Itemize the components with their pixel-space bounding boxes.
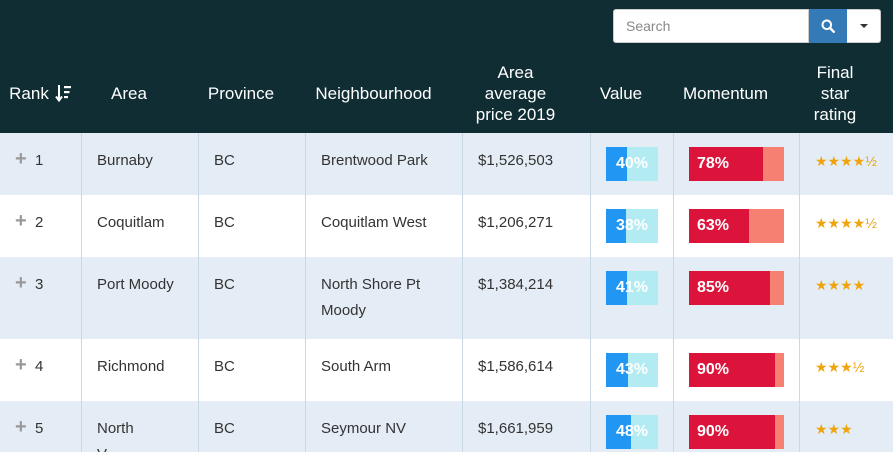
column-header-rating[interactable]: Final star rating xyxy=(800,62,870,124)
momentum-bar-label: 85% xyxy=(697,279,730,296)
area-cell: North xyxy=(97,420,134,437)
neighbourhood-cell: South Arm xyxy=(321,358,392,375)
column-divider xyxy=(673,133,674,452)
value-bar-label: 43% xyxy=(615,361,649,378)
search-button[interactable] xyxy=(809,9,847,43)
neighbourhood-cell: Seymour NV xyxy=(321,420,407,437)
value-bar: 40% xyxy=(606,147,658,181)
price-header-line1: Area xyxy=(497,62,534,82)
neighbourhood-header-label: Neighbourhood xyxy=(315,83,432,103)
momentum-bar: 90% xyxy=(689,415,784,449)
momentum-header-label: Momentum xyxy=(682,83,769,103)
column-divider xyxy=(590,133,591,452)
area-header-label: Area xyxy=(111,83,147,103)
expand-row-plus-icon[interactable]: + xyxy=(15,273,27,293)
value-bar: 43% xyxy=(606,353,658,387)
star-rating: ★★★ xyxy=(815,421,853,437)
column-header-rank[interactable]: Rank xyxy=(0,62,82,124)
province-cell: BC xyxy=(214,152,235,169)
province-cell: BC xyxy=(214,420,235,437)
column-header-province[interactable]: Province xyxy=(198,62,284,124)
star-rating: ★★★½ xyxy=(815,359,865,375)
value-bar: 38% xyxy=(606,209,658,243)
area-cell: Richmond xyxy=(97,358,165,375)
table-row[interactable]: + 1 Burnaby BC Brentwood Park $1,526,503… xyxy=(0,133,893,195)
momentum-bar-label: 63% xyxy=(697,217,730,234)
caret-down-icon xyxy=(859,24,868,28)
star-rating: ★★★★ xyxy=(815,277,866,293)
neighbourhood-cell: Brentwood Park xyxy=(321,152,428,169)
value-bar-label: 40% xyxy=(615,155,649,172)
column-divider xyxy=(462,133,463,452)
value-bar: 41% xyxy=(606,271,658,305)
price-cell: $1,586,614 xyxy=(478,358,554,375)
value-bar-label: 41% xyxy=(615,279,649,296)
rating-header-line3: rating xyxy=(813,104,857,124)
rating-header-line1: Final xyxy=(816,62,854,82)
expand-row-plus-icon[interactable]: + xyxy=(15,211,27,231)
value-bar-label: 38% xyxy=(615,217,649,234)
rank-cell: 3 xyxy=(35,276,44,293)
price-cell: $1,206,271 xyxy=(478,214,554,231)
price-header-line3: price 2019 xyxy=(475,104,556,124)
momentum-bar: 78% xyxy=(689,147,784,181)
momentum-bar: 90% xyxy=(689,353,784,387)
value-header-label: Value xyxy=(599,83,643,103)
expand-row-plus-icon[interactable]: + xyxy=(15,355,27,375)
table-row[interactable]: + 5 North V BC Seymour NV $1,661,959 48%… xyxy=(0,401,893,452)
rank-cell: 4 xyxy=(35,358,44,375)
table-row[interactable]: + 3 Port Moody BC North Shore Pt Moody $… xyxy=(0,257,893,339)
column-divider xyxy=(799,133,800,452)
rank-cell: 1 xyxy=(35,152,44,169)
momentum-bar-label: 90% xyxy=(697,423,730,440)
expand-row-plus-icon[interactable]: + xyxy=(15,417,27,437)
column-divider xyxy=(81,133,82,452)
province-cell: BC xyxy=(214,214,235,231)
column-header-area[interactable]: Area xyxy=(82,62,176,124)
province-cell: BC xyxy=(214,276,235,293)
column-header-neighbourhood[interactable]: Neighbourhood xyxy=(306,62,441,124)
rank-cell: 2 xyxy=(35,214,44,231)
area-cell: Port Moody xyxy=(97,276,174,293)
momentum-bar-label: 78% xyxy=(697,155,730,172)
rank-header-label: Rank xyxy=(9,83,49,103)
province-header-label: Province xyxy=(207,83,275,103)
area-cell-line2: V xyxy=(97,442,107,452)
value-bar-label: 48% xyxy=(615,423,649,440)
sort-descending-icon xyxy=(55,85,71,102)
value-bar: 48% xyxy=(606,415,658,449)
search-group xyxy=(613,9,881,43)
price-cell: $1,384,214 xyxy=(478,276,554,293)
search-icon xyxy=(821,19,835,33)
column-header-price[interactable]: Area average price 2019 xyxy=(463,62,568,124)
momentum-bar: 85% xyxy=(689,271,784,305)
price-cell: $1,526,503 xyxy=(478,152,554,169)
column-header-momentum[interactable]: Momentum xyxy=(674,62,777,124)
price-header-line2: average xyxy=(484,83,547,103)
province-cell: BC xyxy=(214,358,235,375)
column-header-value[interactable]: Value xyxy=(591,62,651,124)
column-divider xyxy=(198,133,199,452)
neighbourhood-cell-line2: Moody xyxy=(321,302,367,319)
star-rating: ★★★★½ xyxy=(815,215,877,231)
search-input[interactable] xyxy=(613,9,809,43)
star-rating: ★★★★½ xyxy=(815,153,877,169)
rankings-table: Rank Area Province Neighbourhood Area av… xyxy=(0,0,895,452)
momentum-bar: 63% xyxy=(689,209,784,243)
area-cell: Coquitlam xyxy=(97,214,165,231)
column-divider xyxy=(305,133,306,452)
neighbourhood-cell: Coquitlam West xyxy=(321,214,427,231)
search-options-dropdown[interactable] xyxy=(847,9,881,43)
neighbourhood-cell: North Shore Pt xyxy=(321,276,421,293)
table-row[interactable]: + 4 Richmond BC South Arm $1,586,614 43%… xyxy=(0,339,893,401)
rating-header-line2: star xyxy=(820,83,850,103)
area-cell: Burnaby xyxy=(97,152,153,169)
rank-cell: 5 xyxy=(35,420,44,437)
table-row[interactable]: + 2 Coquitlam BC Coquitlam West $1,206,2… xyxy=(0,195,893,257)
momentum-bar-label: 90% xyxy=(697,361,730,378)
expand-row-plus-icon[interactable]: + xyxy=(15,149,27,169)
price-cell: $1,661,959 xyxy=(478,420,554,437)
